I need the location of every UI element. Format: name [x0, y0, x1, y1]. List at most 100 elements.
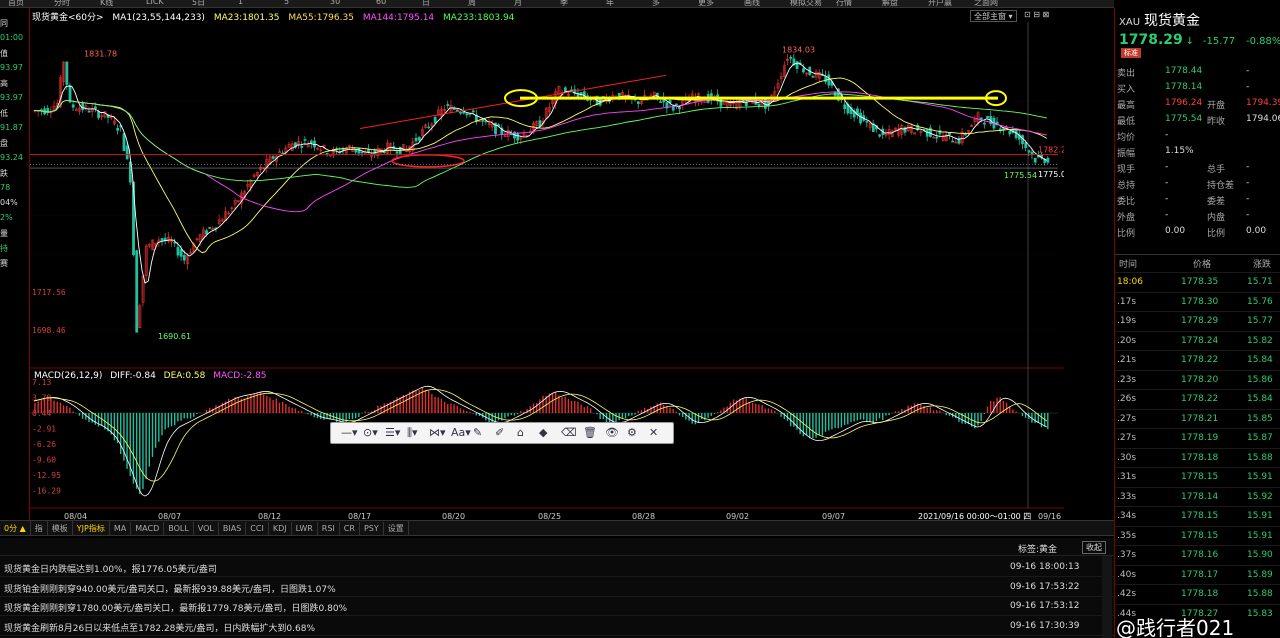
draw-tool-9[interactable]: ◆ — [539, 426, 547, 439]
news-item[interactable]: 现货黄金刚刚刺穿1780.00美元/盎司关口，最新报1779.78美元/盎司，日… — [0, 597, 1114, 616]
candle-body — [125, 145, 129, 160]
toolbar-item-9[interactable]: 日 — [422, 0, 430, 7]
toolbar-item-6[interactable]: 5 — [284, 0, 289, 6]
candle-body — [865, 121, 869, 123]
quote-label: 最低 — [1117, 117, 1136, 127]
toolbar-item-5[interactable]: 1 — [238, 0, 243, 6]
tab-indicator-14[interactable]: 设置 — [384, 521, 409, 536]
tick-row: .40s 1778.17 15.89 — [1115, 564, 1280, 584]
tab-indicator-11[interactable]: RSI — [318, 522, 340, 535]
draw-tool-14[interactable]: ✕ — [649, 426, 658, 439]
candle-body — [951, 140, 955, 143]
toolbar-item-4[interactable]: 5日 — [192, 0, 205, 7]
draw-tool-4[interactable]: ⋈▾ — [429, 426, 446, 439]
toolbar-item-15[interactable]: 更多 — [698, 0, 714, 7]
news-item[interactable]: 现货黄金刷新8月26日以来低点至1782.28美元/盎司，日内跌幅扩大到0.68… — [0, 617, 1114, 636]
draw-tool-2[interactable]: ☰▾ — [385, 426, 400, 439]
news-scrollbar[interactable] — [1102, 556, 1112, 638]
toolbar-item-8[interactable]: 60 — [376, 0, 386, 6]
toolbar-item-14[interactable]: 多 — [652, 0, 660, 7]
tab-indicator-10[interactable]: LWR — [292, 522, 318, 535]
tab-indicator-2[interactable]: YJP指标 — [73, 521, 110, 536]
tab-indicator-6[interactable]: VOL — [194, 522, 219, 535]
toolbar-item-20[interactable]: 开户赢 — [928, 0, 952, 7]
window-controls[interactable]: ⊡ ⊟ ⊠ — [1024, 10, 1064, 22]
toolbar-item-3[interactable]: LICK — [146, 0, 164, 6]
toolbar-item-1[interactable]: 分时 — [54, 0, 70, 7]
toolbar-item-7[interactable]: 30 — [330, 0, 340, 6]
overlay-select[interactable]: 全部主窗 ▾ — [970, 10, 1017, 22]
tab-indicator-12[interactable]: CR — [340, 522, 360, 535]
draw-tool-5[interactable]: Aa▾ — [451, 426, 471, 439]
toolbar-item-10[interactable]: 周 — [468, 0, 476, 7]
toolbar-item-0[interactable]: 首页 — [8, 0, 24, 7]
draw-tool-8[interactable]: ⌂ — [517, 426, 524, 439]
tick-row: .30s 1778.18 15.88 — [1115, 447, 1280, 467]
draw-tool-3[interactable]: ⫼▾ — [407, 426, 418, 440]
tab-indicator-13[interactable]: PSY — [360, 522, 384, 535]
quote-value: - — [1165, 194, 1169, 204]
collapse-button[interactable]: 收起 — [1082, 541, 1106, 554]
toolbar-item-19[interactable]: 解盘 — [882, 0, 898, 7]
draw-tool-13[interactable]: ⚙ — [627, 426, 637, 439]
tab-indicator-5[interactable]: BOLL — [164, 522, 194, 535]
quote-panel: XAU 现货黄金 1778.29 ↓ -15.77 -0.88% 标准 卖出 177… — [1114, 8, 1280, 638]
toolbar-item-18[interactable]: 行情 — [836, 0, 852, 7]
tab-indicator-3[interactable]: MA — [110, 522, 132, 535]
quote-price: 1778.29 — [1119, 32, 1183, 48]
toolbar-item-12[interactable]: 季 — [560, 0, 568, 7]
period-label[interactable]: 0分 ▲ — [0, 521, 31, 536]
toolbar-item-13[interactable]: 年 — [606, 0, 614, 7]
standard-badge[interactable]: 标准 — [1121, 48, 1141, 58]
left-y-tick-label: 1717.56 — [32, 288, 66, 297]
draw-tool-12[interactable]: 👁 — [605, 426, 619, 439]
candle-body — [65, 61, 69, 85]
quote-row: 总持 - 持仓差 - — [1115, 176, 1280, 192]
candle-body — [208, 227, 212, 229]
macd-dea: DEA:0.58 — [163, 371, 206, 381]
tab-indicator-9[interactable]: KDJ — [269, 522, 292, 535]
draw-tool-6[interactable]: ✎ — [473, 426, 482, 439]
left-info-strip: 同 01:00 值 93.97 高 93.97 低 91.87 盘 93.24 跌 78 04% 2% 量持… — [0, 8, 30, 520]
tab-indicator-0[interactable]: 指 — [31, 521, 48, 536]
quote-row: 振幅 1.15% — [1115, 144, 1280, 160]
candle-body — [135, 250, 139, 333]
tick-price: 1778.24 — [1181, 335, 1219, 346]
quote-row: 卖出 1778.44 - — [1115, 64, 1280, 80]
toolbar-item-2[interactable]: K线 — [100, 0, 113, 7]
candle-body — [795, 61, 799, 69]
news-item[interactable]: 现货黄金日内跌幅达到1.00%，报1776.05美元/盎司 09-16 18:00… — [0, 558, 1114, 577]
tab-indicator-4[interactable]: MACD — [131, 522, 165, 535]
toolbar-item-16[interactable]: 画线 — [744, 0, 760, 7]
draw-tool-11[interactable]: 🗑 — [583, 426, 597, 439]
candle-body — [71, 104, 75, 108]
news-text: 现货黄金刷新8月26日以来低点至1782.28美元/盎司，日内跌幅扩大到0.68… — [4, 623, 316, 634]
tick-change: 15.83 — [1247, 608, 1273, 619]
cursor-time-label: 2021/09/16 00:00～01:00 四 — [918, 512, 1031, 520]
tab-indicator-8[interactable]: CCI — [246, 522, 269, 535]
quote-value: 0.00 — [1165, 226, 1186, 236]
draw-tool-0[interactable]: —▾ — [341, 426, 358, 439]
tick-time: .31s — [1117, 472, 1137, 482]
tab-indicator-7[interactable]: BIAS — [219, 522, 247, 535]
left-strip-item-2: 值 — [0, 49, 8, 58]
draw-tool-10[interactable]: ⌫ — [561, 426, 577, 439]
news-item[interactable]: 现货铂金刚刚刺穿940.00美元/盎司关口，最新报939.88美元/盎司，日图跌… — [0, 578, 1114, 597]
drawing-toolbar[interactable]: —▾ ⊙▾ ☰▾ ⫼▾ ⋈▾ Aa▾ ✎ ✐ ⌂ ◆ ⌫ 🗑 👁 ⚙ ✕ — [330, 422, 674, 444]
candle-body — [459, 111, 462, 114]
candle-body — [427, 126, 431, 129]
draw-tool-1[interactable]: ⊙▾ — [363, 426, 378, 439]
x-tick-label: 09/02 — [726, 512, 749, 520]
tick-price: 1778.18 — [1181, 452, 1219, 463]
tick-time: .33s — [1117, 491, 1137, 502]
toolbar-item-17[interactable]: 模拟交易 — [790, 0, 822, 7]
ticks-header-chg: 涨跌 — [1253, 260, 1272, 270]
quote-value: - — [1165, 130, 1169, 140]
highlight-ellipse-bottom — [391, 154, 465, 168]
toolbar-item-11[interactable]: 月 — [514, 0, 522, 7]
tab-indicator-1[interactable]: 模板 — [48, 521, 73, 536]
left-strip-item-5: 93.97 — [0, 93, 23, 102]
toolbar-item-21[interactable]: 之面网 — [974, 0, 998, 7]
ma1-label: MA1(23,55,144,233) — [112, 13, 205, 23]
draw-tool-7[interactable]: ✐ — [495, 426, 504, 439]
